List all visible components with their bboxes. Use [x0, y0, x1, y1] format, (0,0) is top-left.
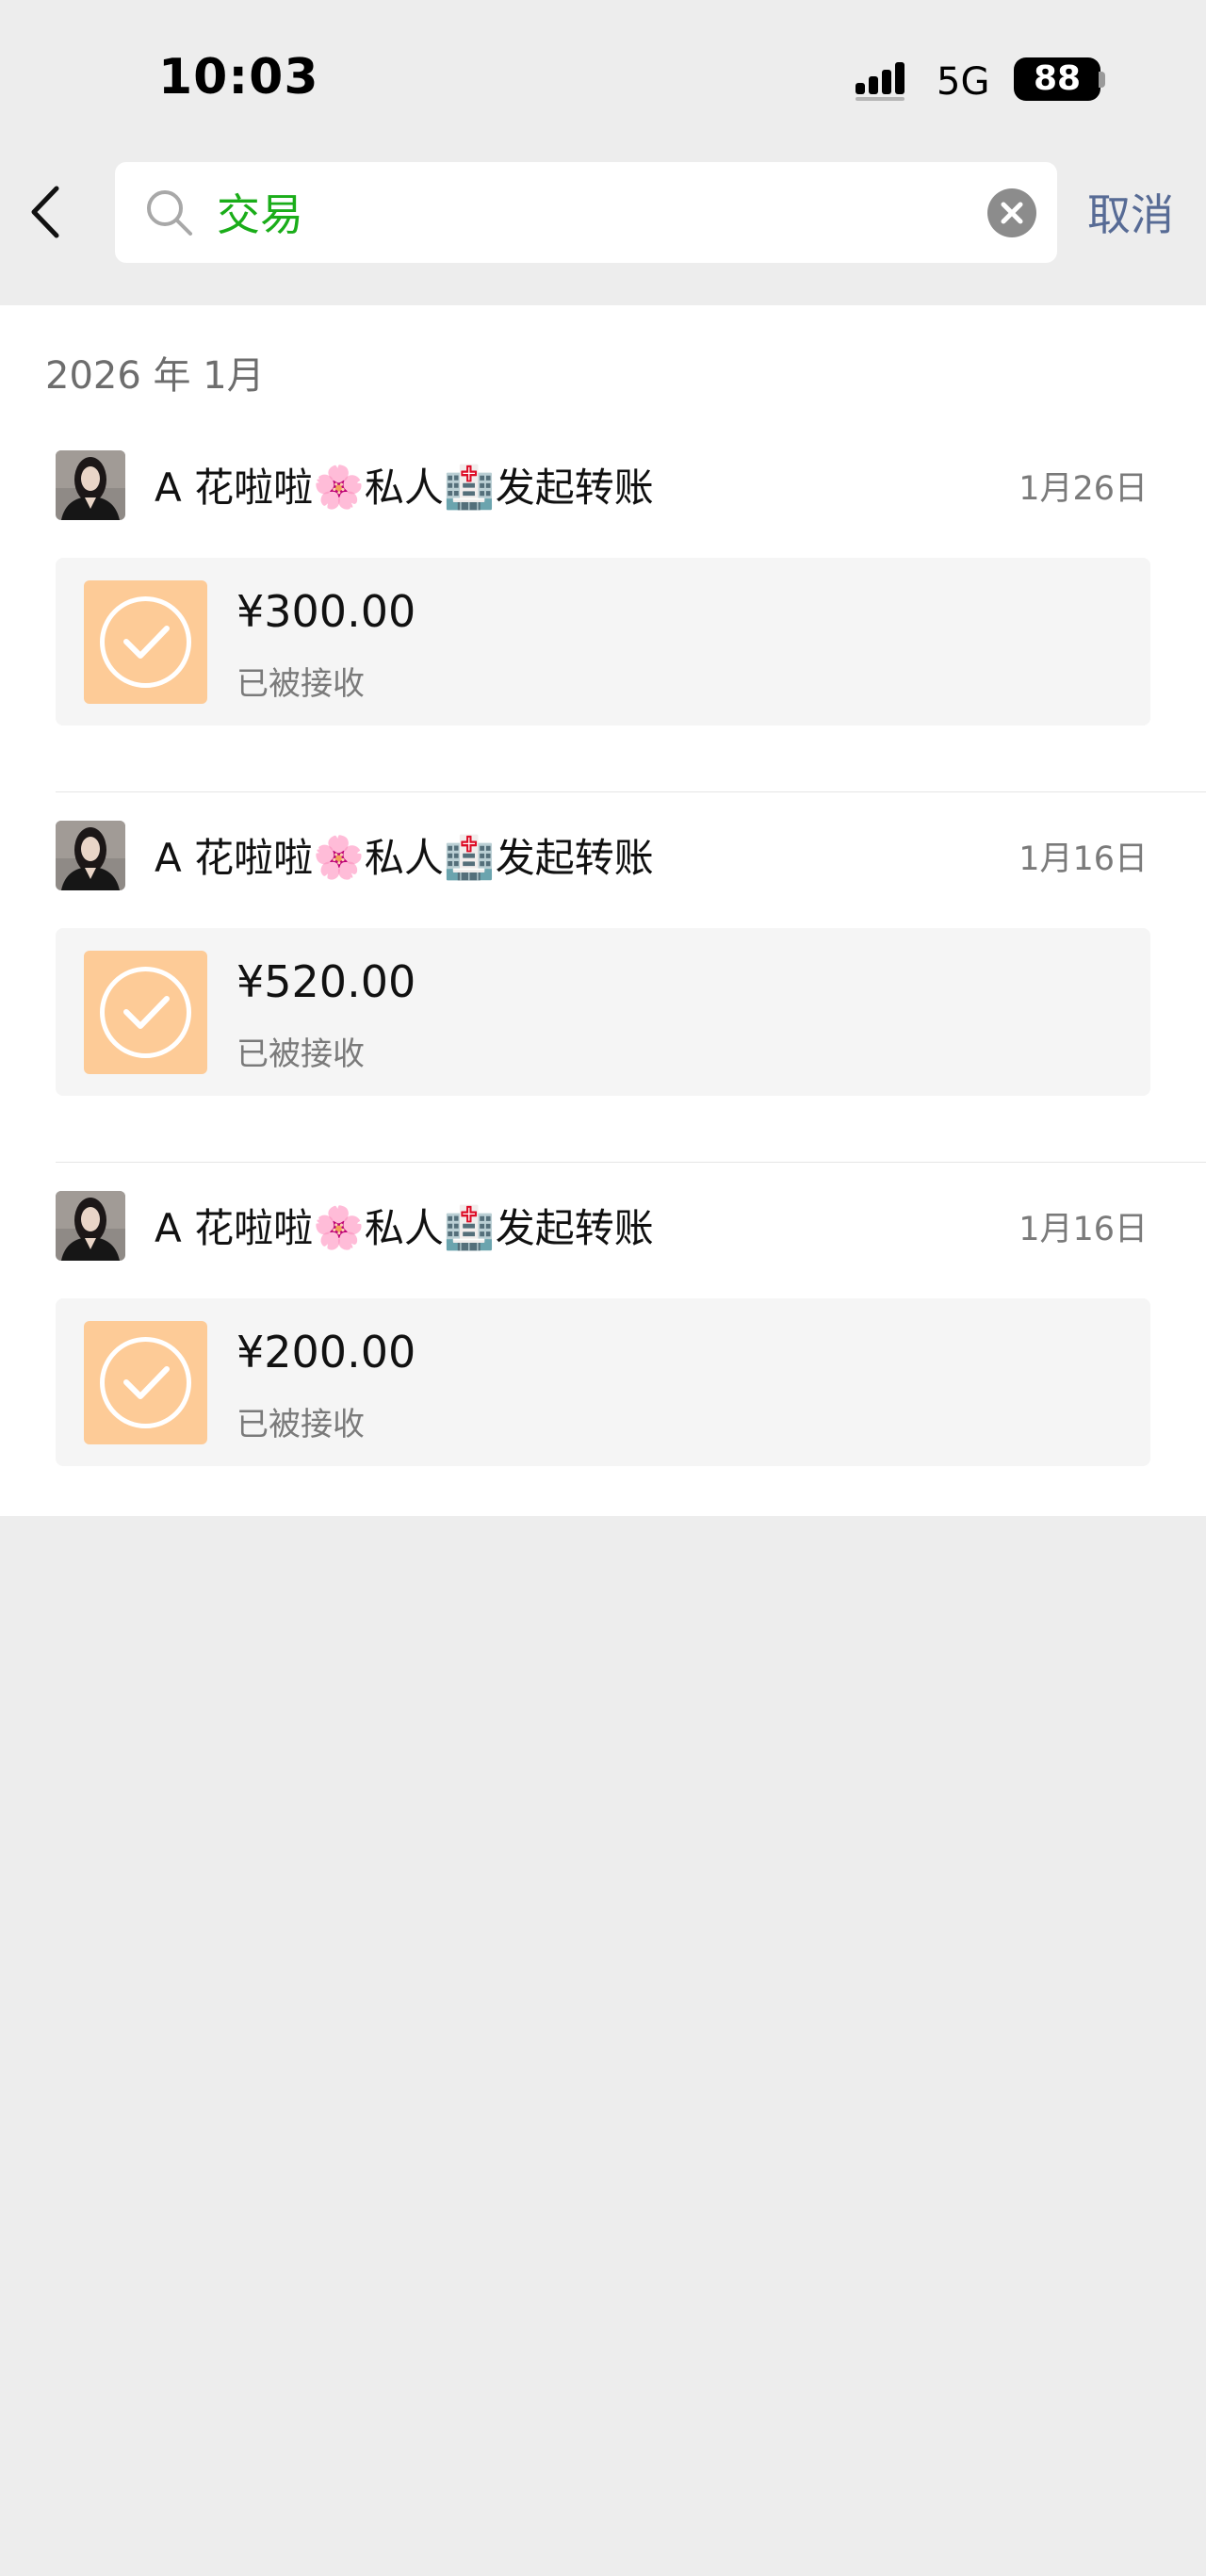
transaction-record[interactable]: A 花啦啦🌸私人🏥发起转账 1月16日 ¥200.00 已被接收	[0, 1163, 1206, 1533]
transfer-amount: ¥520.00	[236, 956, 416, 1007]
battery-indicator: 88	[1014, 57, 1100, 101]
search-input[interactable]	[217, 179, 933, 245]
cherry-blossom-emoji-icon: 🌸	[313, 464, 365, 512]
check-circle-icon	[84, 951, 207, 1074]
signal-icon	[856, 62, 904, 101]
record-action: 发起转账	[495, 1205, 654, 1251]
chevron-left-icon[interactable]	[23, 181, 70, 243]
record-date: 1月16日	[1019, 840, 1148, 878]
cherry-blossom-emoji-icon: 🌸	[313, 834, 365, 882]
transfer-status: 已被接收	[236, 1406, 365, 1443]
transfer-card[interactable]: ¥520.00 已被接收	[56, 928, 1150, 1096]
transfer-card[interactable]: ¥300.00 已被接收	[56, 558, 1150, 726]
cherry-blossom-emoji-icon: 🌸	[313, 1204, 365, 1252]
record-date: 1月16日	[1019, 1211, 1148, 1248]
search-bar[interactable]	[115, 162, 1057, 263]
hospital-emoji-icon: 🏥	[443, 1204, 496, 1252]
hospital-emoji-icon: 🏥	[443, 464, 496, 512]
status-time: 10:03	[158, 49, 319, 106]
hospital-emoji-icon: 🏥	[443, 834, 496, 882]
network-label: 5G	[937, 60, 990, 104]
clear-icon[interactable]	[987, 188, 1036, 237]
avatar[interactable]	[56, 450, 125, 520]
sender-name: A 花啦啦	[155, 1205, 314, 1251]
status-bar: 10:03 5G 88	[0, 0, 1206, 155]
cancel-button[interactable]: 取消	[1087, 181, 1174, 243]
transfer-amount: ¥200.00	[236, 1327, 416, 1378]
record-action: 发起转账	[495, 835, 654, 881]
record-title: A 花啦啦🌸私人🏥发起转账	[155, 456, 654, 514]
record-title: A 花啦啦🌸私人🏥发起转账	[155, 826, 654, 884]
record-title: A 花啦啦🌸私人🏥发起转账	[155, 1197, 654, 1254]
avatar[interactable]	[56, 1191, 125, 1261]
sender-name: A 花啦啦	[155, 835, 314, 881]
sender-name-middle: 私人	[364, 835, 444, 881]
transfer-card[interactable]: ¥200.00 已被接收	[56, 1298, 1150, 1466]
avatar[interactable]	[56, 821, 125, 890]
month-section-header: 2026 年 1月	[45, 354, 265, 398]
results-panel: 2026 年 1月 A 花啦啦🌸私人🏥发起转账 1月26日 ¥300.00 已被…	[0, 305, 1206, 1516]
transfer-amount: ¥300.00	[236, 586, 416, 637]
search-icon	[147, 190, 192, 236]
sender-name-middle: 私人	[364, 1205, 444, 1251]
record-action: 发起转账	[495, 465, 654, 511]
sender-name-middle: 私人	[364, 465, 444, 511]
sender-name: A 花啦啦	[155, 465, 314, 511]
transaction-record[interactable]: A 花啦啦🌸私人🏥发起转账 1月16日 ¥520.00 已被接收	[0, 792, 1206, 1163]
transaction-record[interactable]: A 花啦啦🌸私人🏥发起转账 1月26日 ¥300.00 已被接收	[0, 422, 1206, 792]
check-circle-icon	[84, 1321, 207, 1444]
battery-cap	[1099, 72, 1105, 88]
check-circle-icon	[84, 580, 207, 704]
transfer-status: 已被接收	[236, 1035, 365, 1073]
record-date: 1月26日	[1019, 470, 1148, 508]
transfer-status: 已被接收	[236, 665, 365, 703]
